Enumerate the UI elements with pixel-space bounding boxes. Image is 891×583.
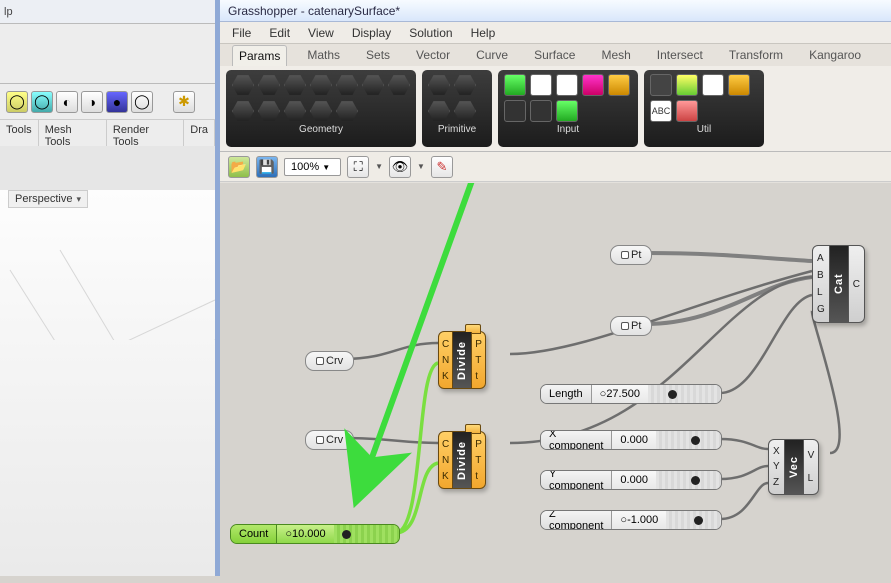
rhino-tab[interactable]: Tools	[0, 120, 39, 146]
menu-help[interactable]: Help	[471, 26, 496, 40]
ribbon-label: Util	[650, 122, 758, 135]
tab-maths[interactable]: Maths	[301, 45, 346, 65]
panel-icon[interactable]	[556, 74, 578, 96]
param-curve-2[interactable]: Crv	[305, 430, 354, 450]
param-curve-1[interactable]: Crv	[305, 351, 354, 371]
slider-icon[interactable]	[504, 74, 526, 96]
param-icon[interactable]	[284, 74, 306, 96]
param-icon[interactable]	[232, 74, 254, 96]
rhino-title-fragment: lp	[0, 0, 215, 24]
menu-solution[interactable]: Solution	[409, 26, 452, 40]
rhino-tab[interactable]: Dra	[184, 120, 215, 146]
grasshopper-window: Grasshopper - catenarySurface* File Edit…	[215, 0, 891, 576]
param-icon[interactable]	[310, 74, 332, 96]
component-vector-xyz[interactable]: XYZ Vec VL	[768, 439, 819, 495]
slider-ycomponent[interactable]: Y component 0.000	[540, 470, 722, 490]
component-divide-1[interactable]: CNK Divide PTt	[438, 331, 486, 389]
ribbon-group-util: ABC Util	[644, 70, 764, 147]
gh-file-toolbar: 📂 💾 100% ▼ ⛶ ▼ 👁 ▼ ✎	[220, 152, 891, 182]
component-catenary[interactable]: ABLG Cat C	[812, 245, 865, 323]
ribbon-label: Input	[504, 122, 632, 135]
ribbon-group-input: Input	[498, 70, 638, 147]
tab-intersect[interactable]: Intersect	[651, 45, 709, 65]
tab-vector[interactable]: Vector	[410, 45, 456, 65]
param-icon[interactable]	[258, 74, 280, 96]
sketch-icon[interactable]: ✎	[431, 156, 453, 178]
param-icon[interactable]	[388, 74, 410, 96]
gh-ribbon: Geometry Primitive Input	[220, 66, 891, 152]
param-icon[interactable]	[530, 100, 552, 122]
gh-window-title: Grasshopper - catenarySurface*	[220, 0, 891, 22]
ribbon-label: Geometry	[232, 122, 410, 135]
param-icon[interactable]	[556, 100, 578, 122]
rhino-tab[interactable]: Mesh Tools	[39, 120, 107, 146]
tab-params[interactable]: Params	[232, 45, 287, 66]
param-icon[interactable]	[336, 74, 358, 96]
slider-xcomponent[interactable]: X component 0.000	[540, 430, 722, 450]
ribbon-group-primitive: Primitive	[422, 70, 492, 147]
preview-icon[interactable]: 👁	[389, 156, 411, 178]
rhino-icon[interactable]: ◑	[81, 91, 103, 113]
ribbon-label: Primitive	[428, 122, 486, 135]
tab-surface[interactable]: Surface	[528, 45, 581, 65]
save-icon[interactable]: 💾	[256, 156, 278, 178]
rhino-toolbar-top	[0, 24, 215, 84]
rhino-icon[interactable]: ◯	[6, 91, 28, 113]
tab-sets[interactable]: Sets	[360, 45, 396, 65]
rhino-tab[interactable]: Render Tools	[107, 120, 184, 146]
zoom-level[interactable]: 100% ▼	[284, 158, 341, 176]
param-icon[interactable]	[728, 74, 750, 96]
menu-display[interactable]: Display	[352, 26, 391, 40]
rhino-tool-tabs: Tools Mesh Tools Render Tools Dra	[0, 120, 215, 146]
menu-edit[interactable]: Edit	[269, 26, 290, 40]
param-icon[interactable]	[650, 74, 672, 96]
rhino-toolbar-icons: ◯ ◯ ◐ ◑ ● ◯ ✱	[0, 84, 215, 120]
param-icon[interactable]	[336, 100, 358, 122]
param-point-2[interactable]: Pt	[610, 316, 652, 336]
rhino-icon[interactable]: ◯	[131, 91, 153, 113]
param-icon[interactable]	[284, 100, 306, 122]
ribbon-group-geometry: Geometry	[226, 70, 416, 147]
gh-menu-bar: File Edit View Display Solution Help	[220, 22, 891, 44]
param-icon[interactable]	[454, 100, 476, 122]
rhino-icon[interactable]: ◐	[56, 91, 78, 113]
rhino-gear-icon[interactable]: ✱	[173, 91, 195, 113]
panel-icon[interactable]	[530, 74, 552, 96]
param-icon[interactable]	[504, 100, 526, 122]
param-icon[interactable]: ABC	[650, 100, 672, 122]
rhino-viewport[interactable]: Perspective ✕ ✕	[0, 190, 215, 576]
rhino-icon[interactable]: ●	[106, 91, 128, 113]
param-icon[interactable]	[428, 100, 450, 122]
rhino-background: lp ◯ ◯ ◐ ◑ ● ◯ ✱ Tools Mesh Tools Render…	[0, 0, 215, 576]
menu-file[interactable]: File	[232, 26, 251, 40]
param-icon[interactable]	[258, 100, 280, 122]
param-icon[interactable]	[608, 74, 630, 96]
slider-count[interactable]: Count ○ 10.000	[230, 524, 400, 544]
slider-length[interactable]: Length ○ 27.500	[540, 384, 722, 404]
tab-kangaroo[interactable]: Kangaroo	[803, 45, 867, 65]
param-icon[interactable]	[232, 100, 254, 122]
tab-curve[interactable]: Curve	[470, 45, 514, 65]
component-divide-2[interactable]: CNK Divide PTt	[438, 431, 486, 489]
tab-mesh[interactable]: Mesh	[595, 45, 636, 65]
open-icon[interactable]: 📂	[228, 156, 250, 178]
slider-zcomponent[interactable]: Z component ○ -1.000	[540, 510, 722, 530]
param-point-1[interactable]: Pt	[610, 245, 652, 265]
param-icon[interactable]	[362, 74, 384, 96]
param-icon[interactable]	[702, 74, 724, 96]
rhino-icon[interactable]: ◯	[31, 91, 53, 113]
zoom-extents-icon[interactable]: ⛶	[347, 156, 369, 178]
gh-category-tabs: Params Maths Sets Vector Curve Surface M…	[220, 44, 891, 66]
gradient-icon[interactable]	[582, 74, 604, 96]
param-icon[interactable]	[676, 74, 698, 96]
param-icon[interactable]	[676, 100, 698, 122]
tab-transform[interactable]: Transform	[723, 45, 789, 65]
param-icon[interactable]	[310, 100, 332, 122]
gh-canvas[interactable]: Pt Pt Crv Crv CNK Divide PTt CNK Divide …	[220, 183, 891, 576]
param-icon[interactable]	[454, 74, 476, 96]
param-icon[interactable]	[428, 74, 450, 96]
menu-view[interactable]: View	[308, 26, 334, 40]
